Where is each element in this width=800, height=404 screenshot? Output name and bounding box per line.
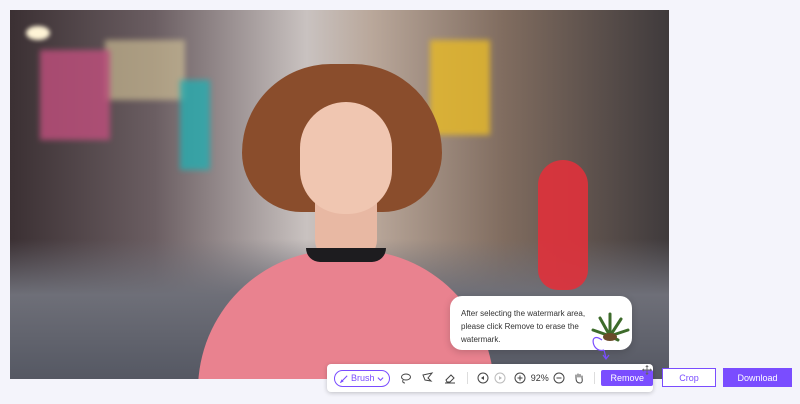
brush-label: Brush [351,373,375,383]
zoom-out-icon [553,372,565,384]
redo-button[interactable] [493,370,507,386]
download-button[interactable]: Download [723,368,792,387]
hint-text: After selecting the watermark area, plea… [461,309,586,344]
storefront [430,40,490,135]
move-icon[interactable] [642,365,652,375]
storefront [40,50,110,140]
zoom-out-button[interactable] [552,370,566,386]
undo-icon [477,372,489,384]
brush-dropdown[interactable]: Brush [334,369,390,387]
eraser-icon [445,374,456,384]
light-bokeh [26,26,50,40]
edit-toolbar: Brush 92% Remove [327,364,653,392]
undo-button[interactable] [476,370,490,386]
storefront [180,80,210,170]
subject-collar [306,248,386,262]
zoom-in-button[interactable] [512,370,526,386]
hand-tool-button[interactable] [572,370,586,386]
toolbar-divider [466,372,468,384]
subject-face [300,102,392,214]
zoom-in-icon [514,372,526,384]
toolbar-divider [593,372,595,384]
lasso-button[interactable] [399,370,413,386]
zoom-level: 92% [530,373,549,383]
redo-icon [494,372,506,384]
watermark-selection-mask[interactable] [538,160,588,290]
lasso-icon [400,373,411,384]
eraser-button[interactable] [443,370,457,386]
chevron-down-icon [377,376,384,381]
hand-icon [575,373,584,384]
storefront [105,40,185,100]
brush-icon [340,374,348,383]
crop-button[interactable]: Crop [662,368,716,387]
polygon-lasso-icon [422,372,434,382]
polygon-lasso-button[interactable] [421,370,435,386]
plant-illustration-icon [591,312,630,360]
